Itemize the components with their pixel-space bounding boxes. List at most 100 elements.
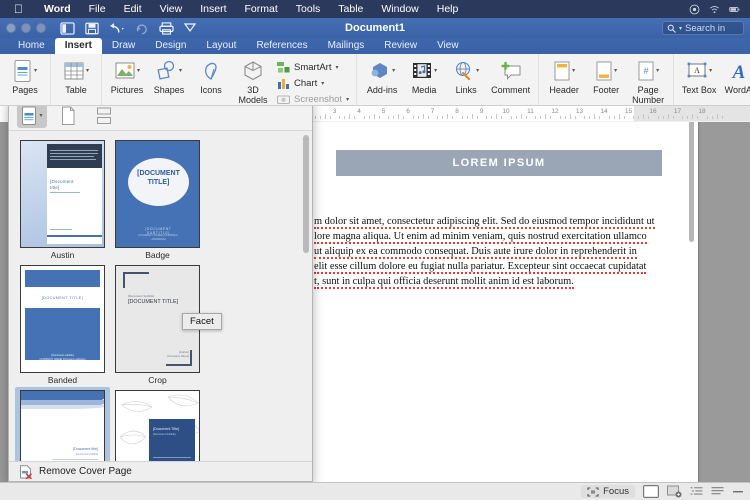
undo-icon[interactable] xyxy=(109,22,125,35)
tab-draw[interactable]: Draw xyxy=(102,38,145,54)
menu-item-file[interactable]: File xyxy=(80,3,115,15)
zoom-out-button[interactable] xyxy=(732,486,744,497)
screenshot-chevron-icon: ▾ xyxy=(346,96,350,103)
print-layout-view-button[interactable] xyxy=(643,485,659,498)
scrollbar-thumb[interactable] xyxy=(689,120,694,242)
page-break-button[interactable] xyxy=(89,104,119,128)
gallery-body[interactable]: [Document title] Austin [DOCUMENT TITLE] … xyxy=(9,131,312,461)
menu-item-edit[interactable]: Edit xyxy=(115,3,151,15)
tab-insert[interactable]: Insert xyxy=(54,38,102,54)
print-icon[interactable] xyxy=(159,21,174,35)
document-page[interactable]: LOREM IPSUM m dolor sit amet, consectetu… xyxy=(300,116,698,482)
gallery-item-feathered[interactable]: [Document Title] [Document Subtitle] [Au… xyxy=(110,387,205,461)
tab-view[interactable]: View xyxy=(427,38,469,54)
ruler-tick-mark xyxy=(501,116,503,119)
ruler-tick-label: 3 xyxy=(332,108,337,115)
menu-item-table[interactable]: Table xyxy=(329,3,372,15)
3d-models-button[interactable]: 3D Models xyxy=(232,57,274,106)
redo-icon[interactable] xyxy=(135,22,149,35)
smartart-button[interactable]: SmartArt ▾ xyxy=(277,61,349,74)
gallery-item-facet[interactable]: [Document title] [Document subtitle] [Da… xyxy=(15,387,110,461)
menu-item-format[interactable]: Format xyxy=(236,3,287,15)
ruler-tick-mark xyxy=(618,114,620,119)
media-button[interactable]: ▾ Media xyxy=(403,57,445,96)
web-layout-view-button[interactable] xyxy=(667,485,682,498)
focus-icon xyxy=(587,486,599,497)
text-box-button[interactable]: A ▾ Text Box xyxy=(678,57,720,96)
ruler-tick-mark xyxy=(515,116,517,119)
outline-view-button[interactable] xyxy=(690,486,703,497)
pictures-button[interactable]: ▾ Pictures xyxy=(106,57,148,96)
body-line-4: elit esse cillum dolore eu fugiat nulla … xyxy=(314,261,647,274)
gallery-footer[interactable]: Remove Cover Page xyxy=(9,461,312,481)
chart-button[interactable]: Chart ▾ xyxy=(277,77,349,90)
ruler-tick-mark xyxy=(442,116,444,119)
ruler-tick-mark xyxy=(716,114,718,119)
addins-button[interactable]: ▾ Add-ins xyxy=(361,57,403,96)
tab-mailings[interactable]: Mailings xyxy=(318,38,375,54)
document-scrollbar[interactable] xyxy=(688,120,695,480)
gallery-scrollbar-thumb[interactable] xyxy=(303,135,309,253)
ruler-tick-mark xyxy=(471,114,473,119)
menu-item-view[interactable]: View xyxy=(151,3,192,15)
ruler-tick-mark xyxy=(452,116,454,119)
screenshot-icon xyxy=(277,93,290,106)
maximize-button[interactable] xyxy=(36,23,46,33)
cover-page-button[interactable]: ▾ xyxy=(17,103,47,128)
links-icon: ▾ xyxy=(453,58,479,84)
control-center-icon[interactable] xyxy=(689,4,700,15)
blank-page-button[interactable] xyxy=(53,104,83,128)
battery-icon[interactable] xyxy=(729,4,740,15)
close-button[interactable] xyxy=(6,23,16,33)
horizontal-ruler[interactable]: 23456789101112131415161718 xyxy=(300,106,750,122)
footer-button[interactable]: ▾ Footer xyxy=(585,57,627,96)
tab-review[interactable]: Review xyxy=(374,38,427,54)
apple-logo-icon[interactable]:  xyxy=(14,3,23,15)
menu-item-window[interactable]: Window xyxy=(372,3,427,15)
tab-layout[interactable]: Layout xyxy=(196,38,246,54)
gallery-item-banded[interactable]: [DOCUMENT TITLE] [Document subtitle] [CO… xyxy=(15,262,110,387)
draft-view-button[interactable] xyxy=(711,486,724,497)
gallery-item-badge[interactable]: [DOCUMENT TITLE] [DOCUMENT SUBTITLE] [COM… xyxy=(110,137,205,262)
save-icon[interactable] xyxy=(85,22,99,35)
tab-home[interactable]: Home xyxy=(8,38,55,54)
screenshot-button[interactable]: Screenshot ▾ xyxy=(277,93,349,106)
document-body-text[interactable]: m dolor sit amet, consectetur adipiscing… xyxy=(314,214,668,289)
ruler-tick-mark xyxy=(584,116,586,119)
header-button[interactable]: ▾ Header xyxy=(543,57,585,96)
menu-item-insert[interactable]: Insert xyxy=(191,3,235,15)
ruler-tick-mark xyxy=(638,116,640,119)
comment-button[interactable]: Comment xyxy=(487,57,534,96)
shapes-button[interactable]: ▾ Shapes xyxy=(148,57,190,96)
gallery-scrollbar[interactable] xyxy=(302,135,310,457)
ruler-tick-mark xyxy=(540,116,542,119)
table-label: Table xyxy=(65,85,87,95)
menu-item-tools[interactable]: Tools xyxy=(287,3,330,15)
gallery-item-austin[interactable]: [Document title] Austin xyxy=(15,137,110,262)
tab-design[interactable]: Design xyxy=(145,38,196,54)
ruler-tick-mark xyxy=(486,116,488,119)
titlebar-right-controls: ▾ Search in xyxy=(662,21,744,35)
menu-item-help[interactable]: Help xyxy=(428,3,468,15)
customize-toolbar-icon[interactable] xyxy=(184,23,196,33)
pages-button[interactable]: ▾ Pages xyxy=(4,57,46,96)
ruler-tick-mark xyxy=(589,116,591,119)
ruler-tick-label: 5 xyxy=(381,108,386,115)
svg-text:#: # xyxy=(644,66,649,76)
ribbon-group-pages: ▾ Pages xyxy=(0,54,51,105)
icons-button[interactable]: Icons xyxy=(190,57,232,96)
ruler-tick-mark xyxy=(461,116,463,119)
sidebar-toggle-icon[interactable] xyxy=(60,21,75,35)
tab-references[interactable]: References xyxy=(246,38,317,54)
search-input[interactable]: ▾ Search in xyxy=(662,21,744,35)
links-button[interactable]: ▾ Links xyxy=(445,57,487,96)
ruler-tick-mark xyxy=(545,114,547,119)
table-button[interactable]: ▾ Table xyxy=(55,57,97,96)
menu-item-word[interactable]: Word xyxy=(35,3,80,15)
wordart-button[interactable]: A ▾ WordArt xyxy=(720,57,750,96)
focus-button[interactable]: Focus xyxy=(581,485,635,498)
wifi-icon[interactable] xyxy=(709,4,720,15)
ruler-tick-mark xyxy=(354,116,356,119)
minimize-button[interactable] xyxy=(21,23,31,33)
page-number-button[interactable]: # ▾ Page Number xyxy=(627,57,669,106)
